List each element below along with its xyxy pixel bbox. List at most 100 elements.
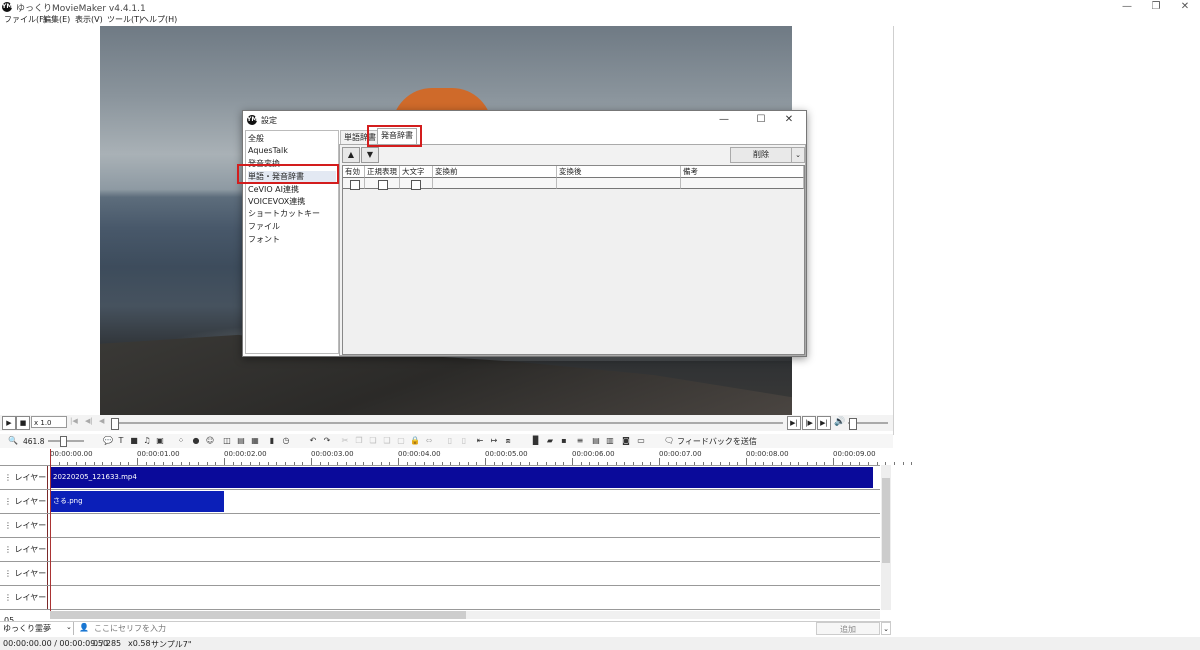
menu-view[interactable]: 表示(V) [75,14,103,25]
lock-icon[interactable]: 🔒 [410,436,420,446]
save-file-icon[interactable]: ▪ [559,436,569,446]
export-icon[interactable]: ▥ [605,436,615,446]
close-button[interactable]: ✕ [1170,0,1200,14]
copy-icon[interactable]: ❐ [354,436,364,446]
dialogue-input[interactable] [92,622,816,635]
timeline-horizontal-scroll-thumb[interactable] [50,611,466,619]
case-checkbox[interactable] [411,180,421,190]
zoom-handle[interactable] [60,436,67,447]
delete-dropdown-icon[interactable]: ⌄ [791,147,805,163]
volume-icon[interactable]: 🔊 [834,417,845,427]
menu-help[interactable]: ヘルプ(H) [141,14,177,25]
shape-add-icon[interactable]: ⁘ [176,436,186,446]
dialog-close-button[interactable]: ✕ [774,113,804,127]
chevron-down-icon[interactable]: ⌄ [66,623,72,631]
step-back-icon[interactable]: ◀| [85,417,93,425]
split-icon[interactable]: ⧈ [503,436,513,446]
timeline-layer-row[interactable]: ⋮ レイヤー 04 [0,562,880,601]
settings-sliders-icon[interactable]: ≡ [575,436,585,446]
skip-start-icon[interactable]: |◀ [70,417,78,425]
add-button[interactable]: 追加 [816,622,880,635]
nav-item-cevio[interactable]: CeVIO AI連携 [248,184,299,195]
trash-icon[interactable]: ▯ [459,436,469,446]
clock-icon[interactable]: ◷ [281,436,291,446]
dialog-maximize-button[interactable]: ☐ [746,113,776,127]
align-right-icon[interactable]: ↦ [489,436,499,446]
cell-after[interactable] [557,177,681,189]
col-case[interactable]: 大文字 [400,166,433,177]
layer-label[interactable]: ⋮ レイヤー 00 [0,466,48,505]
timeline-clip[interactable]: 20220205_121633.mp4 [50,467,873,488]
timeline-clip[interactable]: さる.png [50,491,224,512]
voice-settings-icon[interactable]: 👤 [79,623,89,632]
group-icon[interactable]: ▢ [396,436,406,446]
frame-back-icon[interactable]: ◀ [99,417,104,425]
nav-item-general[interactable]: 全般 [248,133,264,144]
move-down-button[interactable]: ▼ [361,147,379,163]
paste-icon[interactable]: ❏ [368,436,378,446]
redo-icon[interactable]: ↷ [322,436,332,446]
dictionary-grid[interactable]: 有効 正規表現 大文字 変換前 変換後 備考 [342,165,805,355]
cell-note[interactable] [681,177,804,189]
transition-icon[interactable]: ▤ [236,436,246,446]
col-regex[interactable]: 正規表現 [365,166,400,177]
effect-icon[interactable]: ◫ [222,436,232,446]
fullscreen-icon[interactable]: ▭ [636,436,646,446]
align-left-icon[interactable]: ⇤ [475,436,485,446]
skip-end-button[interactable]: ▶| [817,416,831,430]
layer-label[interactable]: ⋮ レイヤー 01 [0,490,48,529]
character-select[interactable]: ゆっくり霊夢 [0,622,74,635]
grid-icon[interactable]: ▦ [250,436,260,446]
layer-label[interactable]: ⋮ レイヤー 04 [0,562,48,601]
speed-select[interactable]: x 1.0 [31,416,67,428]
feedback-link[interactable]: フィードバックを送信 [677,436,757,447]
character-icon[interactable]: ● [191,436,201,446]
cut-icon[interactable]: ✂ [340,436,350,446]
delete-button[interactable]: 削除 [730,147,792,163]
nav-item-file[interactable]: ファイル [248,221,280,232]
duplicate-icon[interactable]: ❑ [382,436,392,446]
restore-button[interactable]: ❐ [1141,0,1171,14]
speech-add-icon[interactable]: 💬 [103,436,113,446]
frame-forward-button[interactable]: ▶| [787,416,801,430]
menu-edit[interactable]: 編集(E) [43,14,70,25]
volume-handle[interactable] [849,418,857,430]
video-add-icon[interactable]: ■ [129,436,139,446]
step-forward-button[interactable]: |▶ [802,416,816,430]
move-icon[interactable]: ⇔ [424,436,434,446]
minimize-button[interactable]: — [1112,0,1142,14]
nav-item-font[interactable]: フォント [248,234,280,245]
layer-label[interactable]: ⋮ レイヤー 02 [0,514,48,553]
delete-icon[interactable]: ▯ [445,436,455,446]
image-add-icon[interactable]: ▣ [155,436,165,446]
nav-item-aquestalk[interactable]: AquesTalk [248,146,288,155]
dialog-minimize-button[interactable]: — [709,113,739,127]
audio-add-icon[interactable]: ♫ [142,436,152,446]
save-icon[interactable]: ▮ [267,436,277,446]
timeline-layer-row[interactable]: ⋮ レイヤー 05 [0,586,880,625]
new-file-icon[interactable]: ▉ [531,436,541,446]
play-button[interactable]: ▶ [2,416,16,430]
layer-label[interactable]: ⋮ レイヤー 03 [0,538,48,577]
cell-before[interactable] [433,177,557,189]
menu-file[interactable]: ファイル(F) [4,14,47,25]
playhead[interactable] [50,449,51,611]
seek-handle[interactable] [111,418,119,430]
open-folder-icon[interactable]: ▰ [545,436,555,446]
feedback-icon[interactable]: 🗨 [664,436,674,446]
timeline-vertical-scroll-thumb[interactable] [882,478,890,563]
nav-item-shortcuts[interactable]: ショートカットキー [248,208,320,219]
col-before[interactable]: 変換前 [433,166,557,177]
move-up-button[interactable]: ▲ [342,147,360,163]
col-note[interactable]: 備考 [681,166,804,177]
menu-tools[interactable]: ツール(T) [107,14,142,25]
camera-icon[interactable]: ◙ [621,436,631,446]
seek-bar[interactable] [113,422,783,424]
layer-label[interactable]: ⋮ レイヤー 05 [0,586,48,625]
undo-icon[interactable]: ↶ [308,436,318,446]
timeline-layer-row[interactable]: ⋮ レイヤー 03 [0,538,880,577]
face-icon[interactable]: ☺ [205,436,215,446]
enabled-checkbox[interactable] [350,180,360,190]
timeline-layer-row[interactable]: ⋮ レイヤー 02 [0,514,880,553]
timeline-ruler[interactable]: 00:00:00.00 00:00:01.00 00:00:02.00 00:00:0… [0,449,913,466]
